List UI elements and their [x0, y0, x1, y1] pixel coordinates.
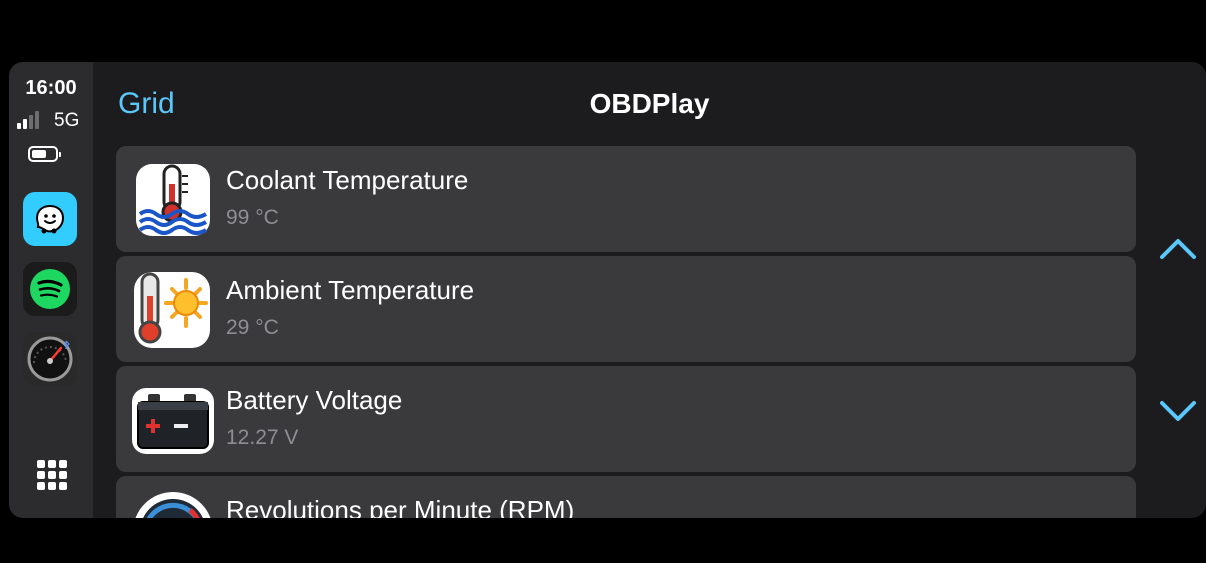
page-title: OBDPlay [589, 88, 710, 119]
item-title: Ambient Temperature [226, 275, 475, 305]
sun-thermometer-icon [134, 272, 210, 348]
list-item-battery-voltage[interactable]: Battery Voltage 12.27 V [116, 366, 1136, 472]
grid-icon[interactable] [37, 460, 67, 490]
item-value: 29 °C [226, 316, 279, 339]
obd-gauge-icon [27, 336, 73, 382]
item-value: 99 °C [226, 206, 279, 229]
obdplay-app-button[interactable] [23, 332, 77, 386]
item-title: Revolutions per Minute (RPM) [226, 495, 575, 518]
coolant-thermometer-icon [136, 164, 210, 236]
carplay-sidebar: 16:00 5G [9, 62, 93, 518]
spotify-icon [30, 269, 70, 309]
chevron-up-icon[interactable] [1159, 235, 1197, 263]
list-item-rpm[interactable]: Revolutions per Minute (RPM) [116, 476, 1136, 518]
signal-icon [17, 111, 39, 129]
network-label: 5G [54, 110, 80, 131]
carplay-screen: 16:00 5G Grid OBDPlay Coolant Temperatur… [9, 62, 1206, 518]
list-item-coolant-temperature[interactable]: Coolant Temperature 99 °C [116, 146, 1136, 252]
chevron-down-icon[interactable] [1159, 397, 1197, 425]
item-value: 12.27 V [226, 426, 299, 449]
item-title: Coolant Temperature [226, 165, 469, 195]
item-title: Battery Voltage [226, 385, 403, 415]
spotify-app-button[interactable] [23, 262, 77, 316]
status-time: 16:00 [25, 77, 77, 99]
waze-icon [35, 204, 65, 234]
battery-icon [28, 146, 61, 162]
car-battery-icon [132, 388, 214, 454]
list-item-ambient-temperature[interactable]: Ambient Temperature 29 °C [116, 256, 1136, 362]
tachometer-icon [135, 492, 211, 518]
waze-app-button[interactable] [23, 192, 77, 246]
